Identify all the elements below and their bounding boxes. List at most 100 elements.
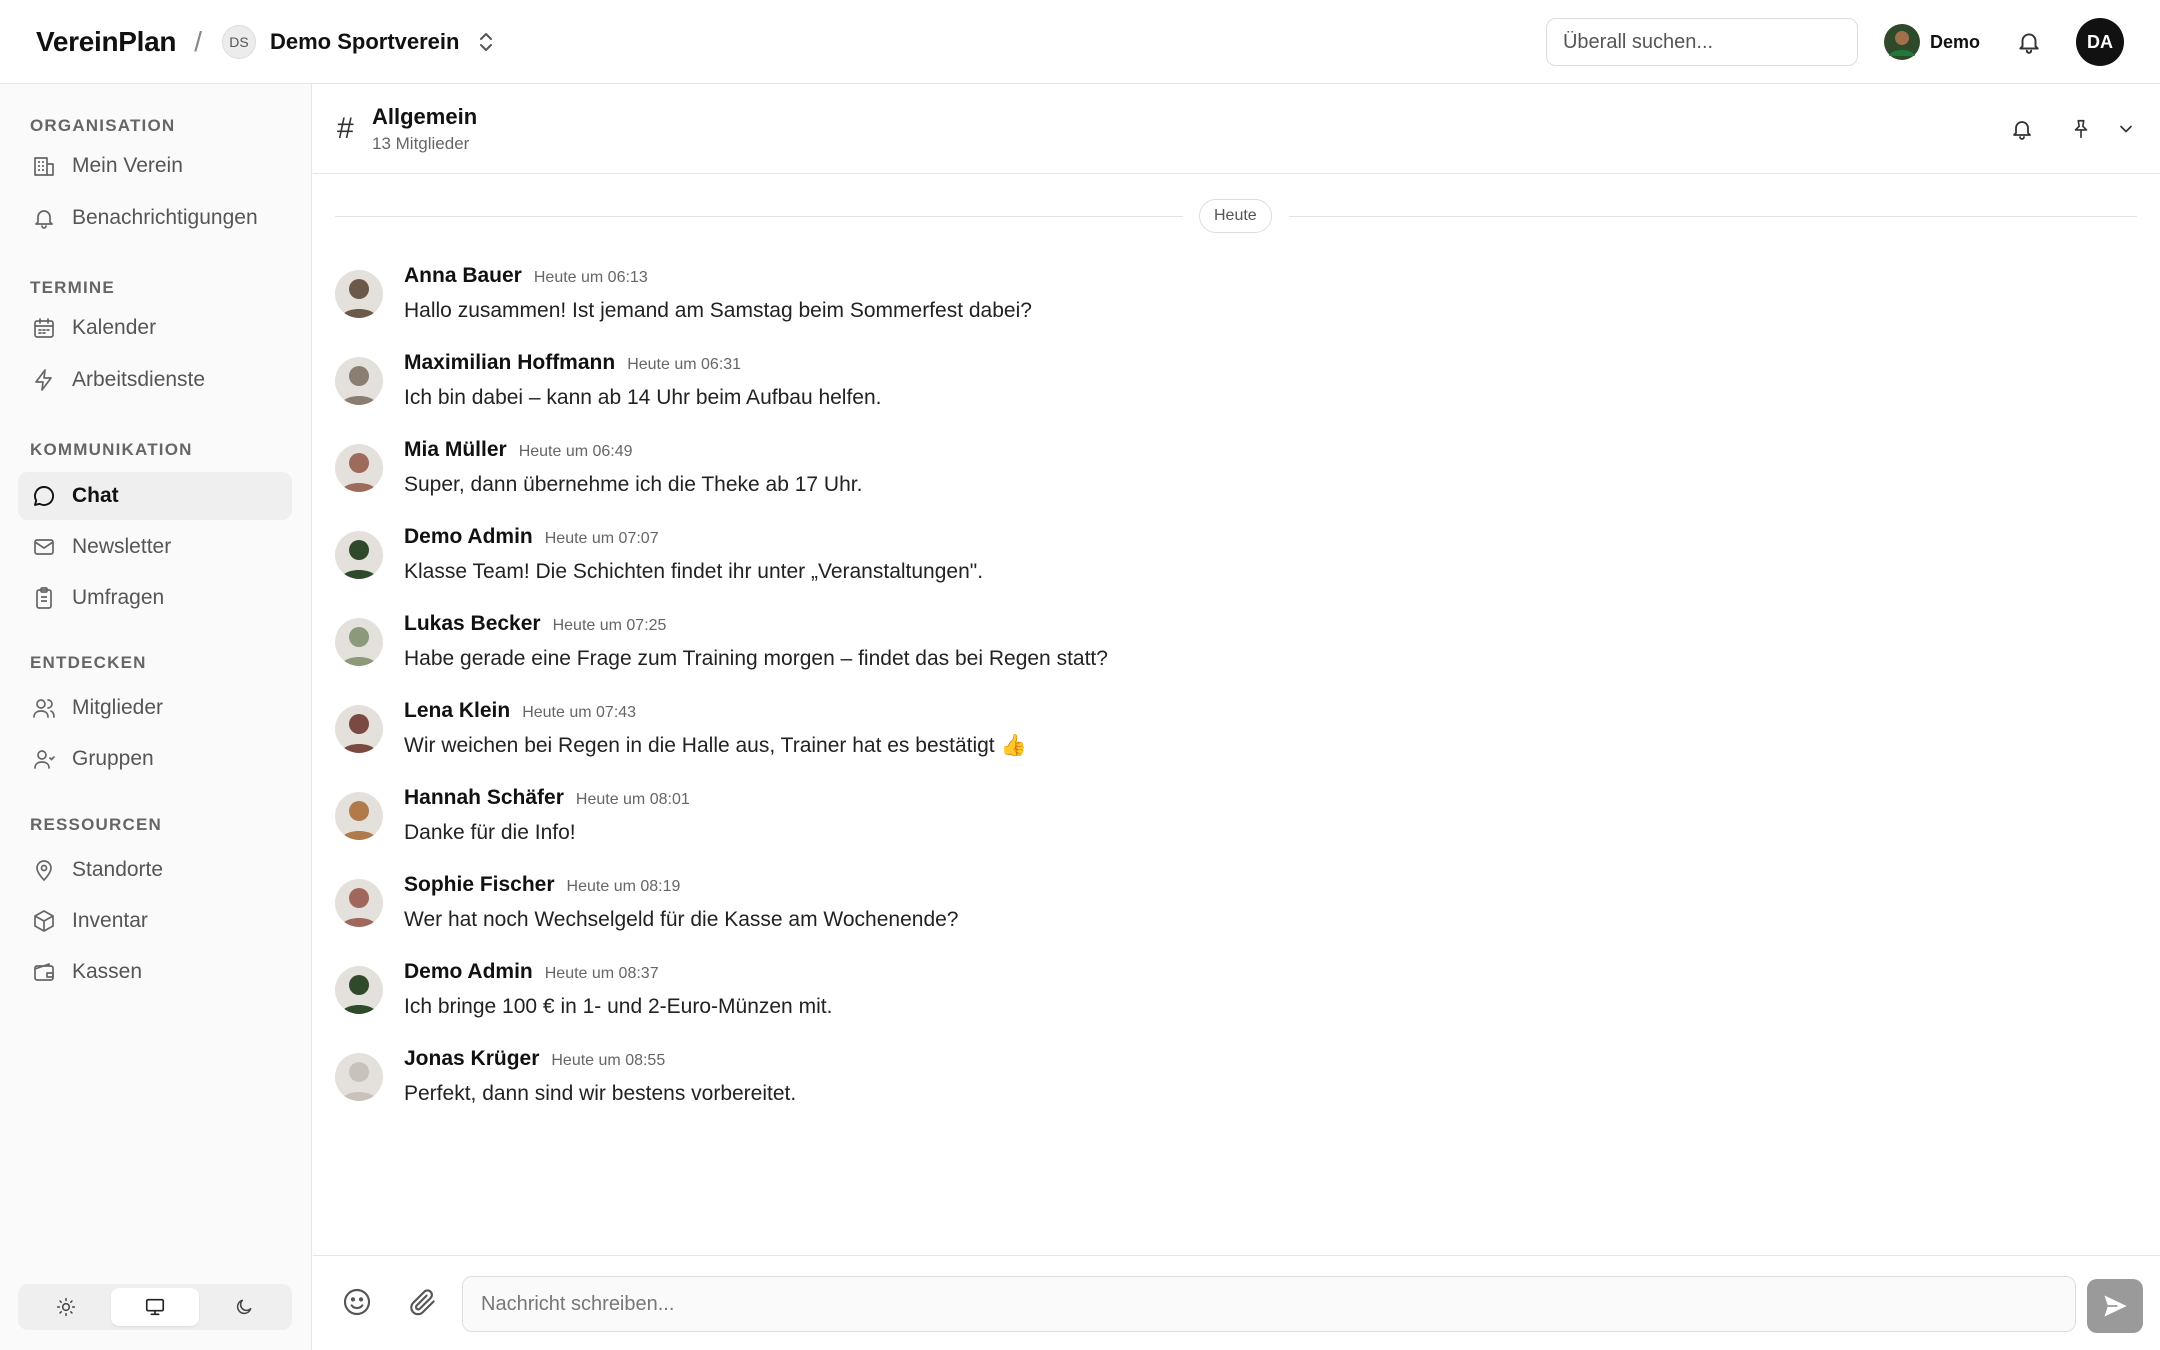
message-item: Anna Bauer Heute um 06:13 Hallo zusammen!… [335,264,2115,344]
top-bar: VereinPlan / DS Demo Sportverein Demo DA [0,0,2160,84]
building-icon [30,152,58,180]
send-button[interactable] [2087,1279,2143,1333]
message-author[interactable]: Anna Bauer [404,264,522,287]
message-item: Sophie Fischer Heute um 08:19 Wer hat noc… [335,873,2115,953]
message-avatar[interactable] [335,357,383,405]
moon-icon [236,1299,252,1315]
message-text: Wir weichen bei Regen in die Halle aus, … [404,734,1027,757]
calendar-icon [30,314,58,342]
sidebar-item-label: Umfragen [72,586,165,609]
message-item: Jonas Krüger Heute um 08:55 Perfekt, dann… [335,1047,2115,1127]
attachment-paperclip-icon[interactable] [407,1286,439,1318]
sidebar-item-kalender[interactable]: Kalender [18,304,292,352]
message-avatar[interactable] [335,618,383,666]
day-divider: Heute [335,199,2137,233]
theme-switcher [18,1284,292,1330]
message-text: Danke für die Info! [404,821,576,844]
box-icon [30,907,58,935]
sidebar-item-label: Kalender [72,316,157,339]
bell-icon [30,204,58,232]
sidebar-item-label: Gruppen [72,747,154,770]
section-label-kommunikation: KOMMUNIKATION [30,440,193,459]
send-icon [2104,1295,2127,1317]
breadcrumb-separator: / [194,25,202,57]
pin-icon[interactable] [2070,118,2092,140]
monitor-icon [145,1298,165,1316]
message-author[interactable]: Hannah Schäfer [404,786,564,809]
sidebar-item-chat[interactable]: Chat [18,472,292,520]
message-time: Heute um 06:31 [627,356,742,373]
message-avatar[interactable] [335,444,383,492]
section-label-entdecken: ENTDECKEN [30,653,147,672]
message-text: Klasse Team! Die Schichten findet ihr un… [404,560,984,583]
sidebar-item-arbeitsdienste[interactable]: Arbeitsdienste [18,356,292,404]
chevron-down-icon[interactable] [2116,119,2136,139]
message-item: Demo Admin Heute um 08:37 Ich bringe 100 … [335,960,2115,1040]
message-input[interactable] [462,1276,2076,1332]
message-text: Wer hat noch Wechselgeld für die Kasse a… [404,908,959,931]
sidebar-item-inventar[interactable]: Inventar [18,897,292,945]
message-avatar[interactable] [335,966,383,1014]
message-text: Hallo zusammen! Ist jemand am Samstag be… [404,299,1032,322]
org-name[interactable]: Demo Sportverein [270,29,460,55]
message-avatar[interactable] [335,792,383,840]
message-author[interactable]: Lukas Becker [404,612,541,635]
message-author[interactable]: Mia Müller [404,438,507,461]
message-avatar[interactable] [335,1053,383,1101]
sidebar-item-mein-verein[interactable]: Mein Verein [18,142,292,190]
global-search-input[interactable] [1545,18,1858,66]
theme-system-button[interactable] [110,1288,200,1326]
chevron-up-down-icon[interactable] [477,31,495,53]
section-label-organisation: ORGANISATION [30,116,176,135]
sidebar-item-label: Kassen [72,960,143,983]
sidebar-item-standorte[interactable]: Standorte [18,846,292,894]
notifications-bell-icon[interactable] [2016,29,2042,55]
sidebar-item-mitglieder[interactable]: Mitglieder [18,684,292,732]
brand-logo[interactable]: VereinPlan [36,26,176,58]
message-item: Lukas Becker Heute um 07:25 Habe gerade e… [335,612,2115,692]
sidebar-item-gruppen[interactable]: Gruppen [18,735,292,783]
group-icon [30,745,58,773]
message-author[interactable]: Maximilian Hoffmann [404,351,615,374]
message-text: Perfekt, dann sind wir bestens vorbereit… [404,1082,797,1105]
mail-icon [30,533,58,561]
theme-light-button[interactable] [22,1288,111,1326]
sidebar-item-label: Mitglieder [72,696,164,719]
emoji-icon[interactable] [341,1286,373,1318]
clipboard-icon [30,584,58,612]
account-avatar[interactable]: DA [2076,18,2124,66]
sun-icon [57,1297,76,1317]
section-label-ressourcen: RESSOURCEN [30,815,162,834]
sidebar-item-umfragen[interactable]: Umfragen [18,574,292,622]
users-icon [30,694,58,722]
channel-member-count[interactable]: 13 Mitglieder [372,134,469,154]
message-time: Heute um 06:13 [533,269,648,286]
message-text: Super, dann übernehme ich die Theke ab 1… [404,473,863,496]
divider-line-left [335,216,1183,217]
message-author[interactable]: Jonas Krüger [404,1047,539,1070]
message-time: Heute um 07:07 [544,530,659,547]
message-avatar[interactable] [335,270,383,318]
sidebar-item-benachrichtigungen[interactable]: Benachrichtigungen [18,194,292,242]
channel-notifications-bell-icon[interactable] [2010,117,2034,141]
message-author[interactable]: Lena Klein [404,699,510,722]
sidebar-item-label: Chat [72,484,119,507]
user-menu[interactable]: Demo [1883,24,1980,60]
message-item: Mia Müller Heute um 06:49 Super, dann übe… [335,438,2115,518]
message-author[interactable]: Sophie Fischer [404,873,555,896]
message-avatar[interactable] [335,531,383,579]
message-avatar[interactable] [335,879,383,927]
sidebar-item-kassen[interactable]: Kassen [18,948,292,996]
message-avatar[interactable] [335,705,383,753]
section-label-termine: TERMINE [30,278,115,297]
divider-line-right [1289,216,2137,217]
message-text: Habe gerade eine Frage zum Training morg… [404,647,1108,670]
sidebar-item-newsletter[interactable]: Newsletter [18,523,292,571]
sidebar-item-label: Inventar [72,909,148,932]
message-time: Heute um 07:43 [522,704,637,721]
theme-dark-button[interactable] [199,1288,288,1326]
org-badge: DS [221,24,256,59]
message-author[interactable]: Demo Admin [404,960,533,983]
message-author[interactable]: Demo Admin [404,525,533,548]
channel-header: # Allgemein 13 Mitglieder [313,84,2160,174]
